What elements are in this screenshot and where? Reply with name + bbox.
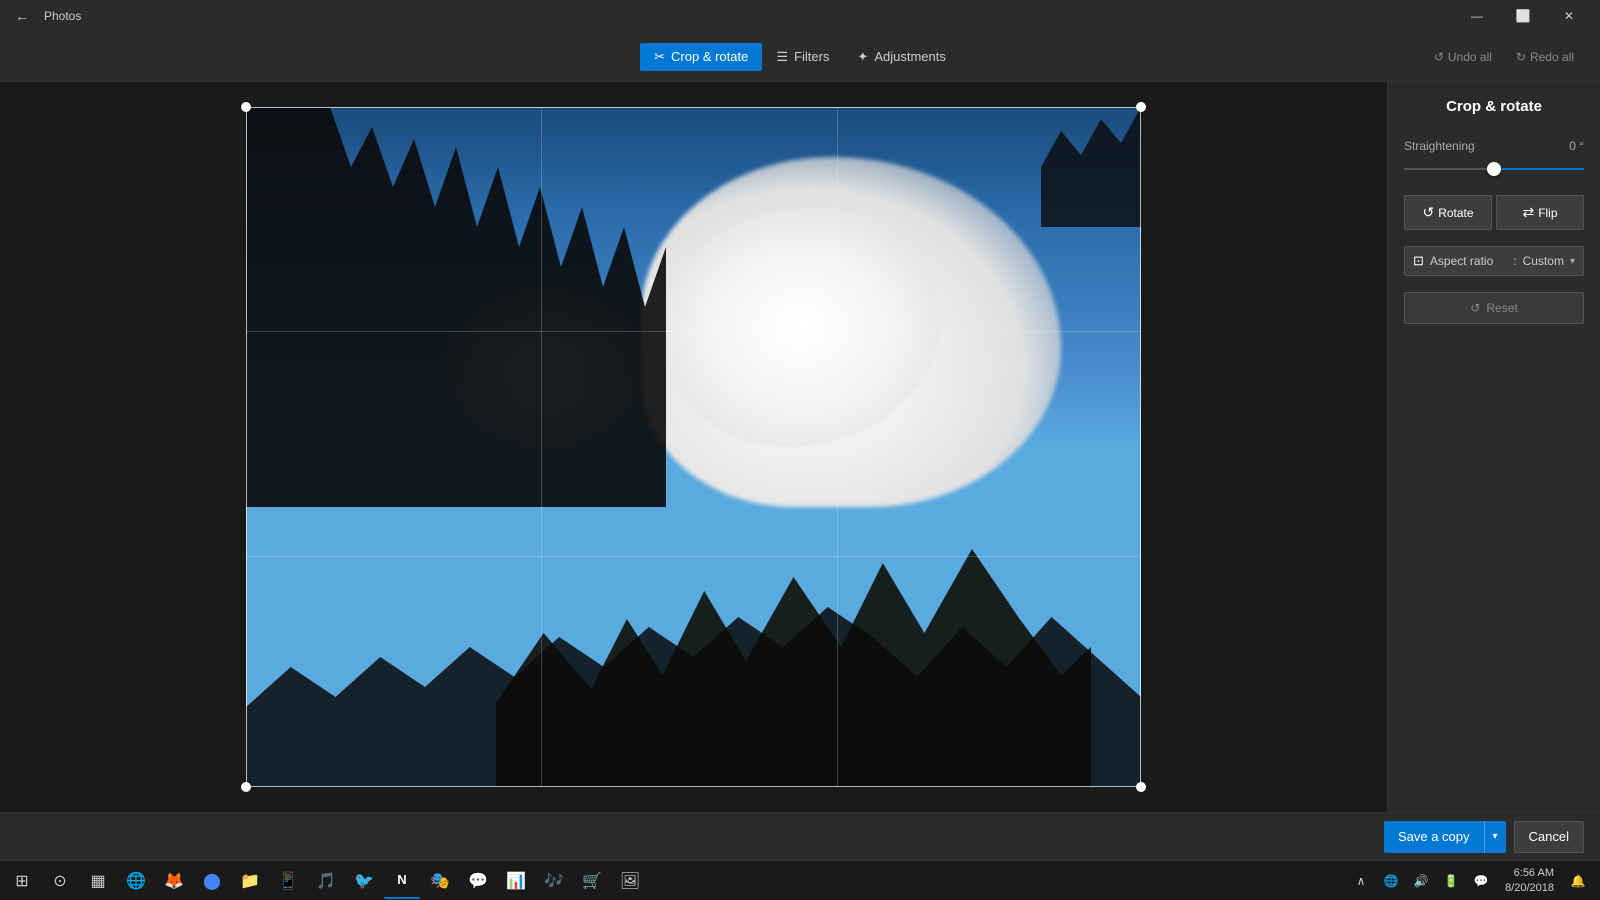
taskbar-twitter[interactable]: 🐦 [346,863,382,899]
aspect-ratio-selected: Custom [1523,254,1564,268]
redo-icon: ↻ [1516,50,1526,64]
minimize-button[interactable]: — [1454,0,1500,32]
image-area[interactable] [0,82,1387,812]
crop-handle-bl[interactable] [241,782,251,792]
taskbar-network[interactable]: 🌐 [1377,863,1405,899]
photo-container [246,107,1141,787]
taskbar-store[interactable]: 🛒 [574,863,610,899]
taskbar-app13[interactable]: 📊 [498,863,534,899]
redo-all-button[interactable]: ↻ Redo all [1506,46,1584,68]
reset-button[interactable]: ↺ Reset [1404,292,1584,324]
taskbar-explorer[interactable]: 📁 [232,863,268,899]
back-button[interactable]: ← [8,2,36,30]
taskbar-spotify[interactable]: 🎶 [536,863,572,899]
taskbar-chrome[interactable]: ⬤ [194,863,230,899]
straightening-slider-container[interactable] [1404,159,1584,179]
filters-icon: ☰ [776,49,788,65]
photo-background [246,107,1141,787]
start-button[interactable]: ⊞ [4,863,40,899]
taskbar-phone[interactable]: 📱 [270,863,306,899]
crop-handle-tr[interactable] [1136,102,1146,112]
aspect-ratio-icon: ⊡ [1413,253,1424,269]
main-content: Crop & rotate Straightening 0 ° ↺ Rotate… [0,82,1600,812]
taskbar-battery[interactable]: 🔋 [1437,863,1465,899]
aspect-ratio-label: Aspect ratio [1430,254,1507,268]
flip-button[interactable]: ⇄ Flip [1496,195,1584,230]
panel-title: Crop & rotate [1404,98,1584,123]
taskbar-volume[interactable]: 🔊 [1407,863,1435,899]
taskbar-app7[interactable]: 🎵 [308,863,344,899]
aspect-ratio-value: : [1513,254,1516,268]
crop-icon: ✂ [654,49,665,65]
cancel-button[interactable]: Cancel [1514,821,1584,853]
flip-icon: ⇄ [1522,204,1534,221]
straightening-section: Straightening 0 ° [1404,139,1584,179]
undo-icon: ↺ [1434,50,1444,64]
adjustments-tab[interactable]: ✦ Adjustments [843,43,959,71]
crop-handle-br[interactable] [1136,782,1146,792]
rotate-flip-row: ↺ Rotate ⇄ Flip [1404,195,1584,230]
save-copy-arrow[interactable]: ▾ [1485,821,1506,853]
taskbar-task-view[interactable]: ▦ [80,863,116,899]
taskbar-photos[interactable]: N [384,863,420,899]
reset-icon: ↺ [1470,301,1480,315]
taskbar-edge[interactable]: 🌐 [118,863,154,899]
right-panel: Crop & rotate Straightening 0 ° ↺ Rotate… [1387,82,1600,812]
rotate-button[interactable]: ↺ Rotate [1404,195,1492,230]
adjustments-icon: ✦ [857,49,868,65]
taskbar-search[interactable]: ⊙ [42,863,78,899]
undo-all-button[interactable]: ↺ Undo all [1424,46,1502,68]
toolbar: ✂ Crop & rotate ☰ Filters ✦ Adjustments … [0,32,1600,82]
taskbar-firefox[interactable]: 🦊 [156,863,192,899]
title-bar-left: ← Photos [8,2,81,30]
straightening-slider[interactable] [1404,168,1584,170]
close-button[interactable]: ✕ [1546,0,1592,32]
restore-button[interactable]: ⬜ [1500,0,1546,32]
taskbar-hidden-icons[interactable]: ∧ [1347,863,1375,899]
title-bar: ← Photos — ⬜ ✕ [0,0,1600,32]
aspect-ratio-dropdown[interactable]: ⊡ Aspect ratio : Custom ▾ [1404,246,1584,276]
crop-handle-tl[interactable] [241,102,251,112]
save-copy-button[interactable]: Save a copy ▾ [1384,821,1506,853]
taskbar-gallery[interactable]: 🖼 [612,863,648,899]
app-title: Photos [44,9,81,23]
taskbar-app11[interactable]: 🎭 [422,863,458,899]
bottom-actions: Save a copy ▾ Cancel [0,812,1600,860]
window-controls: — ⬜ ✕ [1454,0,1592,32]
taskbar-clock[interactable]: 6:56 AM 8/20/2018 [1497,866,1562,895]
straightening-label: Straightening 0 ° [1404,139,1584,153]
taskbar: ⊞ ⊙ ▦ 🌐 🦊 ⬤ 📁 📱 🎵 🐦 N 🎭 💬 📊 🎶 🛒 🖼 ∧ 🌐 🔊 … [0,860,1600,900]
chevron-down-icon: ▾ [1570,256,1575,267]
save-copy-main[interactable]: Save a copy [1384,821,1485,853]
undo-redo-area: ↺ Undo all ↻ Redo all [1424,46,1584,68]
taskbar-system-tray: ∧ 🌐 🔊 🔋 💬 6:56 AM 8/20/2018 🔔 [1343,863,1596,899]
taskbar-skype[interactable]: 💬 [460,863,496,899]
taskbar-notification[interactable]: 🔔 [1564,863,1592,899]
rotate-icon: ↺ [1422,204,1434,221]
taskbar-msg[interactable]: 💬 [1467,863,1495,899]
filters-tab[interactable]: ☰ Filters [762,43,843,71]
crop-rotate-tab[interactable]: ✂ Crop & rotate [640,43,762,71]
